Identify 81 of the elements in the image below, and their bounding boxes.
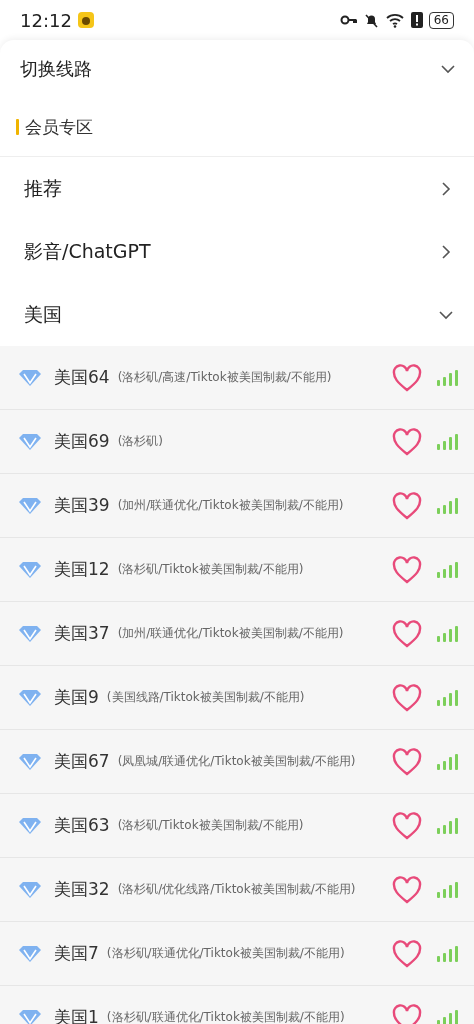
server-row[interactable]: 美国12 (洛杉矶/Tiktok被美国制裁/不能用)	[0, 538, 474, 602]
signal-icon	[436, 560, 458, 579]
server-note: (洛杉矶/优化线路/Tiktok被美国制裁/不能用)	[117, 881, 357, 898]
heart-icon[interactable]	[392, 1003, 422, 1024]
heart-icon[interactable]	[392, 939, 422, 968]
signal-icon	[436, 688, 458, 707]
server-note: (凤凰城/联通优化/Tiktok被美国制裁/不能用)	[117, 753, 357, 770]
server-row[interactable]: 美国67 (凤凰城/联通优化/Tiktok被美国制裁/不能用)	[0, 730, 474, 794]
group-row[interactable]: 推荐	[0, 157, 474, 220]
heart-icon[interactable]	[392, 555, 422, 584]
server-row[interactable]: 美国37 (加州/联通优化/Tiktok被美国制裁/不能用)	[0, 602, 474, 666]
switch-route-header[interactable]: 切换线路	[0, 40, 474, 98]
group-row[interactable]: 美国	[0, 283, 474, 346]
server-note: (洛杉矶/联通优化/Tiktok被美国制裁/不能用)	[106, 945, 346, 962]
header-title: 切换线路	[20, 57, 93, 81]
server-name: 美国64	[54, 366, 110, 389]
signal-icon	[436, 944, 458, 963]
key-icon	[339, 14, 358, 26]
server-row[interactable]: 美国69 (洛杉矶)	[0, 410, 474, 474]
server-name: 美国7	[54, 942, 99, 965]
server-row[interactable]: 美国39 (加州/联通优化/Tiktok被美国制裁/不能用)	[0, 474, 474, 538]
server-note: (洛杉矶/Tiktok被美国制裁/不能用)	[117, 561, 305, 578]
server-name: 美国67	[54, 750, 110, 773]
group-row[interactable]: 影音/ChatGPT	[0, 220, 474, 283]
diamond-icon	[18, 560, 42, 579]
server-note: (洛杉矶)	[117, 433, 164, 450]
signal-icon	[436, 368, 458, 387]
signal-icon	[436, 752, 458, 771]
heart-icon[interactable]	[392, 683, 422, 712]
server-note: (洛杉矶/Tiktok被美国制裁/不能用)	[117, 817, 305, 834]
diamond-icon	[18, 944, 42, 963]
wifi-icon	[384, 12, 405, 28]
signal-icon	[436, 432, 458, 451]
server-row[interactable]: 美国7 (洛杉矶/联通优化/Tiktok被美国制裁/不能用)	[0, 922, 474, 986]
heart-icon[interactable]	[392, 747, 422, 776]
server-name: 美国9	[54, 686, 99, 709]
accent-bar	[16, 119, 19, 135]
signal-icon	[436, 624, 458, 643]
server-note: (美国线路/Tiktok被美国制裁/不能用)	[106, 689, 306, 706]
signal-icon	[436, 1008, 458, 1024]
server-row[interactable]: 美国32 (洛杉矶/优化线路/Tiktok被美国制裁/不能用)	[0, 858, 474, 922]
muted-bell-icon	[363, 12, 379, 28]
diamond-icon	[18, 368, 42, 387]
server-name: 美国12	[54, 558, 110, 581]
server-name: 美国69	[54, 430, 110, 453]
signal-icon	[436, 880, 458, 899]
server-row[interactable]: 美国64 (洛杉矶/高速/Tiktok被美国制裁/不能用)	[0, 346, 474, 410]
server-name: 美国39	[54, 494, 110, 517]
app-notification-icon	[77, 12, 94, 28]
alert-icon	[410, 12, 423, 28]
signal-icon	[436, 496, 458, 515]
diamond-icon	[18, 880, 42, 899]
diamond-icon	[18, 688, 42, 707]
server-note: (洛杉矶/联通优化/Tiktok被美国制裁/不能用)	[106, 1009, 346, 1024]
diamond-icon	[18, 752, 42, 771]
heart-icon[interactable]	[392, 875, 422, 904]
server-name: 美国63	[54, 814, 110, 837]
group-title: 影音/ChatGPT	[24, 238, 152, 264]
server-note: (加州/联通优化/Tiktok被美国制裁/不能用)	[117, 625, 345, 642]
diamond-icon	[18, 624, 42, 643]
server-row[interactable]: 美国9 (美国线路/Tiktok被美国制裁/不能用)	[0, 666, 474, 730]
diamond-icon	[18, 1008, 42, 1024]
diamond-icon	[18, 816, 42, 835]
section-title: 会员专区	[25, 115, 93, 139]
server-name: 美国37	[54, 622, 110, 645]
diamond-icon	[18, 432, 42, 451]
diamond-icon	[18, 496, 42, 515]
heart-icon[interactable]	[392, 363, 422, 392]
server-note: (加州/联通优化/Tiktok被美国制裁/不能用)	[117, 497, 345, 514]
heart-icon[interactable]	[392, 491, 422, 520]
heart-icon[interactable]	[392, 811, 422, 840]
clock-time: 12:12	[20, 9, 72, 31]
server-name: 美国32	[54, 878, 110, 901]
battery-level: 66	[428, 11, 454, 29]
group-title: 推荐	[24, 175, 63, 201]
signal-icon	[436, 816, 458, 835]
server-row[interactable]: 美国63 (洛杉矶/Tiktok被美国制裁/不能用)	[0, 794, 474, 858]
heart-icon[interactable]	[392, 427, 422, 456]
server-note: (洛杉矶/高速/Tiktok被美国制裁/不能用)	[117, 369, 333, 386]
group-title: 美国	[24, 301, 63, 327]
heart-icon[interactable]	[392, 619, 422, 648]
